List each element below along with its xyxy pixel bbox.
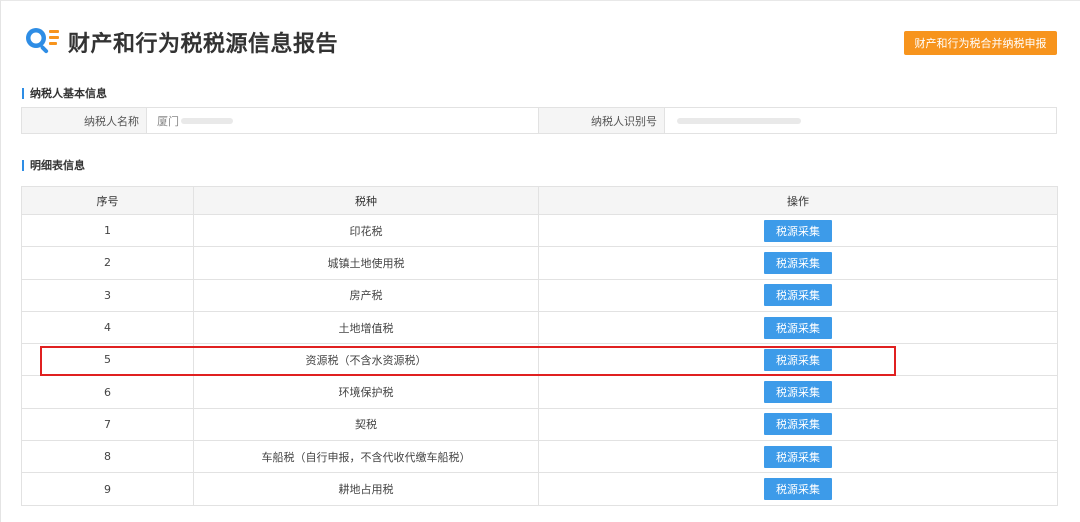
taxpayer-name-field: 厦门 (147, 108, 539, 133)
tax-source-collect-button[interactable]: 税源采集 (764, 381, 832, 404)
search-list-icon (22, 22, 62, 62)
row-tax-type: 耕地占用税 (193, 472, 539, 506)
tax-source-collect-button[interactable]: 税源采集 (764, 316, 832, 339)
page-header: 财产和行为税税源信息报告 (22, 22, 338, 62)
table-row: 6 环境保护税 税源采集 (21, 375, 1058, 409)
taxpayer-info-row: 纳税人名称 厦门 纳税人识别号 (21, 107, 1057, 134)
basic-info-heading: 纳税人基本信息 (30, 87, 107, 100)
tax-source-collect-button[interactable]: 税源采集 (764, 445, 832, 468)
redacted-mask (181, 117, 233, 124)
detail-section-title: 明细表信息 (22, 158, 85, 172)
row-action-cell: 税源采集 (538, 343, 1058, 377)
detail-heading: 明细表信息 (30, 159, 85, 172)
row-tax-type: 契税 (193, 407, 539, 442)
redacted-mask (677, 117, 801, 124)
table-row: 7 契税 税源采集 (21, 407, 1058, 442)
row-tax-type: 城镇土地使用税 (193, 246, 539, 280)
page-title: 财产和行为税税源信息报告 (68, 32, 339, 57)
row-action-cell: 税源采集 (538, 213, 1058, 248)
basic-info-section-title: 纳税人基本信息 (22, 86, 107, 100)
table-row: 8 车船税（自行申报，不含代收代缴车船税） 税源采集 (21, 440, 1058, 474)
table-row: 1 印花税 税源采集 (21, 213, 1058, 248)
row-index: 4 (21, 310, 194, 345)
column-header-index: 序号 (21, 186, 194, 215)
row-index: 3 (21, 278, 194, 312)
row-tax-type: 房产税 (193, 278, 539, 312)
detail-table: 序号 税种 操作 1 印花税 税源采集 2 城镇土地使用税 税源采集 3 房产税… (21, 186, 1058, 506)
tax-source-collect-button[interactable]: 税源采集 (764, 251, 832, 274)
row-action-cell: 税源采集 (538, 246, 1058, 280)
row-tax-type: 车船税（自行申报，不含代收代缴车船税） (193, 440, 539, 474)
table-row: 9 耕地占用税 税源采集 (21, 472, 1058, 506)
row-tax-type: 环境保护税 (193, 375, 539, 409)
row-index: 6 (21, 375, 194, 409)
taxpayer-id-label: 纳税人识别号 (539, 108, 665, 133)
row-action-cell: 税源采集 (538, 472, 1058, 506)
row-index: 9 (21, 472, 194, 506)
row-action-cell: 税源采集 (538, 375, 1058, 409)
column-header-tax-type: 税种 (193, 186, 539, 215)
row-index: 2 (21, 246, 194, 280)
table-header-row: 序号 税种 操作 (21, 186, 1058, 215)
tax-source-collect-button[interactable]: 税源采集 (764, 348, 832, 371)
column-header-action: 操作 (538, 186, 1058, 215)
row-action-cell: 税源采集 (538, 407, 1058, 442)
taxpayer-name-value: 厦门 (157, 114, 179, 128)
section-marker (22, 87, 24, 99)
table-row: 2 城镇土地使用税 税源采集 (21, 246, 1058, 280)
row-action-cell: 税源采集 (538, 440, 1058, 474)
merge-declaration-button[interactable]: 财产和行为税合并纳税申报 (904, 31, 1057, 55)
row-index: 7 (21, 407, 194, 442)
table-row: 4 土地增值税 税源采集 (21, 310, 1058, 345)
section-marker (22, 159, 24, 171)
row-action-cell: 税源采集 (538, 278, 1058, 312)
tax-source-collect-button[interactable]: 税源采集 (764, 478, 832, 501)
table-row: 3 房产税 税源采集 (21, 278, 1058, 312)
row-index: 8 (21, 440, 194, 474)
row-action-cell: 税源采集 (538, 310, 1058, 345)
taxpayer-id-field (665, 108, 1056, 133)
taxpayer-name-label: 纳税人名称 (22, 108, 147, 133)
row-tax-type: 土地增值税 (193, 310, 539, 345)
row-index: 5 (21, 343, 194, 377)
row-index: 1 (21, 213, 194, 248)
tax-source-collect-button[interactable]: 税源采集 (764, 413, 832, 436)
tax-source-collect-button[interactable]: 税源采集 (764, 284, 832, 307)
row-tax-type: 资源税（不含水资源税） (193, 343, 539, 377)
row-tax-type: 印花税 (193, 213, 539, 248)
table-row: 5 资源税（不含水资源税） 税源采集 (21, 343, 1058, 377)
tax-source-collect-button[interactable]: 税源采集 (764, 219, 832, 242)
